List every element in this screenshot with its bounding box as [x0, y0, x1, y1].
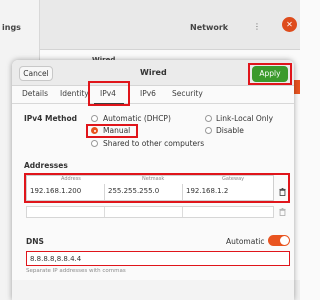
radio-link-local-only-label: Link-Local Only [216, 114, 274, 123]
dns-label: DNS [26, 237, 44, 246]
radio-disable[interactable] [205, 127, 212, 134]
dns-automatic-label: Automatic [226, 237, 265, 246]
tab-ipv6[interactable]: IPv6 [140, 89, 156, 98]
ipv4-method-label: IPv4 Method [24, 114, 78, 123]
radio-automatic-dhcp[interactable] [91, 115, 98, 122]
dialog-bottom-area [12, 280, 294, 300]
tab-security[interactable]: Security [172, 89, 203, 98]
radio-link-local-only[interactable] [205, 115, 212, 122]
settings-sidebar-title: ings [2, 23, 21, 32]
menu-dots-icon[interactable]: ⋮ [253, 22, 261, 31]
dns-hint: Separate IP addresses with commas [26, 268, 126, 274]
wired-settings-dialog: Cancel Wired Apply Details Identity IPv4… [12, 60, 294, 300]
addresses-highlight-box [24, 173, 290, 203]
radio-shared-label: Shared to other computers [103, 139, 205, 148]
delete-row-icon-disabled [279, 208, 286, 216]
radio-automatic-dhcp-label: Automatic (DHCP) [103, 114, 171, 123]
dialog-title: Wired [140, 68, 167, 77]
apply-highlight-box [248, 63, 292, 85]
cancel-button[interactable]: Cancel [19, 66, 53, 81]
tab-details[interactable]: Details [22, 89, 48, 98]
close-icon[interactable]: ✕ [282, 17, 297, 32]
tab-bar: Details Identity IPv4 IPv6 Security [12, 86, 294, 104]
radio-disable-label: Disable [216, 126, 244, 135]
empty-address-row[interactable] [26, 206, 274, 218]
tab-identity[interactable]: Identity [60, 89, 89, 98]
manual-highlight-box [86, 124, 138, 138]
dns-input-value: 8.8.8.8,8.8.4.4 [30, 255, 82, 263]
network-window-title: Network [190, 23, 229, 32]
radio-shared[interactable] [91, 140, 98, 147]
toggle-knob [280, 236, 289, 245]
ipv4-tab-highlight-box [88, 81, 130, 106]
addresses-label: Addresses [24, 161, 68, 170]
